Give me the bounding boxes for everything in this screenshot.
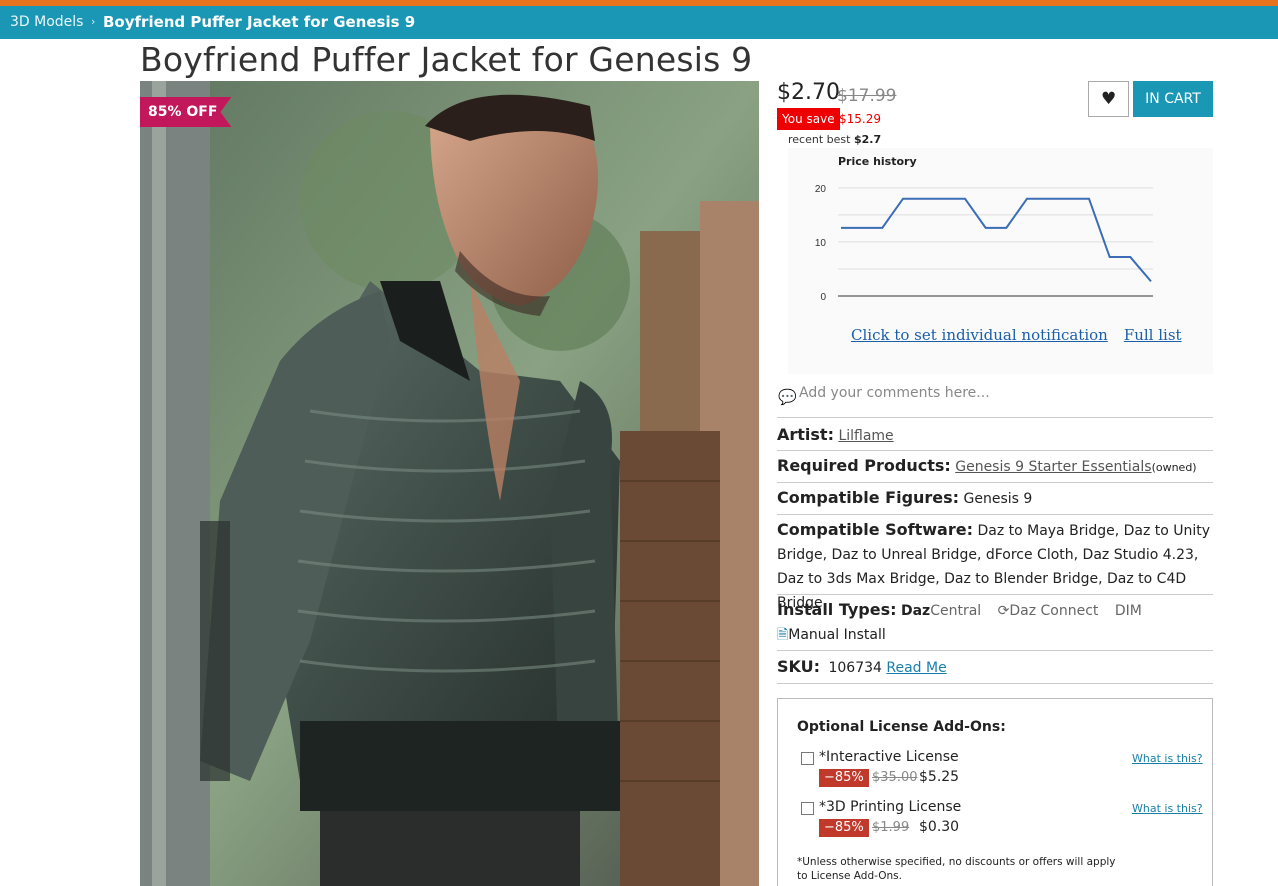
chart-y-tick-label: 20: [815, 184, 827, 195]
recent-best-label: recent best: [788, 133, 851, 146]
chart-y-tick-label: 10: [815, 238, 827, 249]
product-image[interactable]: 85% OFF: [140, 81, 759, 886]
addon-discount-badge: −85%: [819, 819, 869, 837]
comment-row[interactable]: 💬 Add your comments here...: [777, 385, 1213, 418]
printing-license-checkbox[interactable]: [801, 802, 814, 815]
compatible-figures-row: Compatible Figures: Genesis 9: [777, 483, 1213, 515]
install-types-row: Install Types: DazCentral ⟳Daz Connect D…: [777, 595, 1213, 651]
addons-note: *Unless otherwise specified, no discount…: [797, 856, 1116, 882]
breadcrumb-separator-icon: ›: [91, 15, 96, 28]
what-is-this-link[interactable]: What is this?: [1132, 802, 1203, 815]
addon-original-price: $1.99: [872, 820, 910, 835]
interactive-license-checkbox[interactable]: [801, 752, 814, 765]
sku-value: 106734: [828, 660, 882, 676]
breadcrumb-current: Boyfriend Puffer Jacket for Genesis 9: [103, 13, 416, 31]
you-save-label: You save: [777, 108, 840, 130]
what-is-this-link[interactable]: What is this?: [1132, 752, 1203, 765]
recent-best-value: $2.7: [853, 133, 882, 146]
install-daz-connect: Daz Connect: [1009, 603, 1099, 619]
compatible-figures-label: Compatible Figures:: [777, 488, 960, 507]
artist-label: Artist:: [777, 425, 834, 444]
addon-name: *3D Printing License: [819, 799, 962, 815]
price-history-panel: 0 10 20 Price history Click to set individ…: [788, 148, 1213, 374]
sku-row: SKU: 106734 Read Me: [777, 651, 1213, 684]
compatible-software-label: Compatible Software:: [777, 520, 973, 539]
breadcrumb: 3D Models › Boyfriend Puffer Jacket for …: [0, 6, 1278, 39]
product-render-image: [140, 81, 759, 886]
daz-connect-icon: ⟳: [997, 603, 1010, 619]
notification-link[interactable]: Click to set individual notification: [851, 326, 1108, 344]
owned-tag: (owned): [1151, 461, 1197, 474]
readme-link[interactable]: Read Me: [886, 660, 946, 676]
chart-title: Price history: [838, 155, 917, 168]
full-list-link[interactable]: Full list: [1124, 326, 1182, 344]
artist-row: Artist: Lilflame: [777, 420, 1213, 451]
chart-links: Click to set individual notification Full…: [851, 326, 1198, 344]
install-types-label: Install Types:: [777, 600, 897, 619]
comment-icon: 💬: [778, 388, 797, 406]
required-products-label: Required Products:: [777, 456, 951, 475]
addon-price: $5.25: [919, 769, 960, 785]
license-addons-panel: Optional License Add-Ons: *Interactive L…: [777, 698, 1213, 886]
addon-name: *Interactive License: [819, 749, 959, 765]
addon-price: $0.30: [919, 819, 960, 835]
price-history-chart: 0 10 20: [815, 184, 1153, 303]
required-product-link[interactable]: Genesis 9 Starter Essentials: [955, 459, 1151, 475]
sku-label: SKU:: [777, 657, 821, 676]
comment-input[interactable]: Add your comments here...: [799, 385, 990, 401]
addon-original-price: $35.00: [872, 770, 918, 785]
page-title: Boyfriend Puffer Jacket for Genesis 9: [140, 40, 753, 79]
in-cart-button[interactable]: IN CART: [1133, 81, 1213, 117]
required-products-row: Required Products: Genesis 9 Starter Ess…: [777, 451, 1213, 483]
heart-icon: ♥: [1101, 89, 1117, 109]
addons-title: Optional License Add-Ons:: [797, 719, 1006, 735]
recent-best: recent best $2.7: [788, 133, 881, 146]
compatible-software-row: Compatible Software: Daz to Maya Bridge,…: [777, 515, 1213, 611]
chart-y-tick-label: 0: [820, 292, 826, 303]
install-dim: DIM: [1114, 603, 1142, 619]
artist-link[interactable]: Lilflame: [838, 428, 893, 444]
manual-install-icon: 🗎: [777, 627, 789, 643]
current-price: $2.70: [777, 80, 840, 105]
install-daz-central: DazCentral: [900, 603, 982, 619]
you-save-amount: $15.29: [839, 112, 881, 126]
discount-badge: 85% OFF: [140, 97, 232, 127]
original-price: $17.99: [837, 86, 897, 106]
breadcrumb-3d-models[interactable]: 3D Models: [10, 14, 83, 30]
install-manual: Manual Install: [788, 627, 886, 643]
compatible-figures-value: Genesis 9: [963, 491, 1033, 507]
addon-discount-badge: −85%: [819, 769, 869, 787]
wishlist-button[interactable]: ♥: [1088, 81, 1129, 117]
